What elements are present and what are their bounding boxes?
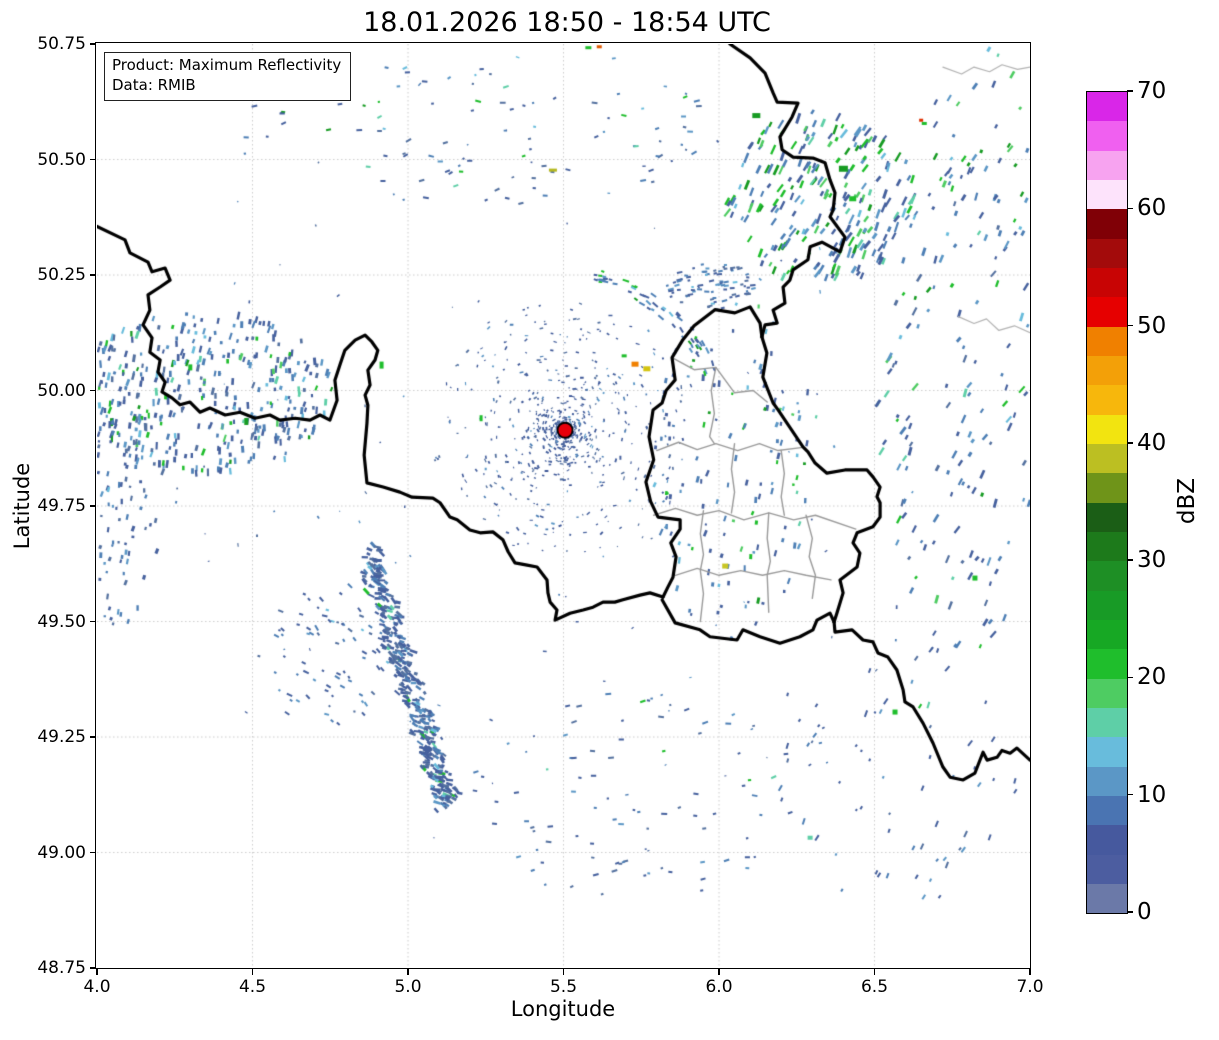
colorbar-tick-label: 30 <box>1137 547 1167 574</box>
colorbar-segment <box>1087 854 1127 884</box>
y-tick-mark <box>90 274 96 276</box>
y-tick-mark <box>90 389 96 392</box>
colorbar-tick-label: 70 <box>1137 78 1167 104</box>
colorbar-segment <box>1087 502 1127 532</box>
colorbar <box>1086 91 1128 914</box>
colorbar-segment <box>1087 619 1127 650</box>
x-tick-mark <box>562 969 565 975</box>
y-tick-mark <box>90 620 96 623</box>
y-tick-label: 50.25 <box>37 265 86 285</box>
y-tick-label: 49.25 <box>37 727 86 747</box>
y-tick-label: 49.00 <box>37 842 86 863</box>
colorbar-segment <box>1087 707 1127 738</box>
colorbar-tick-label: 0 <box>1137 899 1152 925</box>
y-tick-mark <box>90 158 96 161</box>
x-tick-label: 5.5 <box>549 977 578 997</box>
colorbar-tick-label: 10 <box>1137 781 1167 808</box>
colorbar-segment <box>1087 385 1127 415</box>
colorbar-segment <box>1087 179 1127 210</box>
colorbar-segment <box>1087 414 1127 444</box>
colorbar-segment <box>1087 561 1127 591</box>
colorbar-segment <box>1087 737 1127 767</box>
colorbar-segment <box>1087 531 1127 562</box>
x-tick-mark <box>718 969 720 975</box>
y-tick-mark <box>90 851 96 854</box>
colorbar-label: dBZ <box>1174 477 1200 525</box>
y-tick-label: 49.50 <box>37 611 86 632</box>
y-tick-mark <box>90 505 96 507</box>
x-tick-mark <box>873 969 876 975</box>
y-tick-label: 50.50 <box>37 149 86 170</box>
product-annotation-line1: Product: Maximum Reflectivity <box>112 56 342 74</box>
colorbar-segment <box>1087 649 1127 679</box>
product-annotation-line2: Data: RMIB <box>112 75 196 94</box>
colorbar-segment <box>1087 150 1127 180</box>
x-axis-label: Longitude <box>510 997 616 1021</box>
colorbar-tick-mark <box>1127 207 1133 210</box>
colorbar-segment <box>1087 443 1127 474</box>
x-tick-mark <box>251 969 254 975</box>
x-tick-label: 4.5 <box>238 977 267 997</box>
colorbar-segment <box>1087 355 1127 386</box>
colorbar-tick-mark <box>1127 676 1133 679</box>
colorbar-tick-label: 50 <box>1137 312 1167 339</box>
colorbar-segment <box>1087 92 1127 122</box>
colorbar-segment <box>1087 473 1127 503</box>
colorbar-tick-mark <box>1127 911 1133 913</box>
colorbar-segment <box>1087 238 1127 268</box>
figure-title: 18.01.2026 18:50 - 18:54 UTC <box>363 7 771 38</box>
colorbar-segment <box>1087 590 1127 620</box>
colorbar-tick-label: 20 <box>1137 664 1167 691</box>
colorbar-tick-mark <box>1127 90 1133 92</box>
y-tick-mark <box>90 43 96 45</box>
x-tick-label: 7.0 <box>1016 977 1044 997</box>
y-tick-label: 49.75 <box>37 496 86 516</box>
radar-reflectivity-figure: 18.01.2026 18:50 - 18:54 UTC Product: Ma… <box>0 0 1219 1040</box>
colorbar-tick-mark <box>1127 324 1133 327</box>
colorbar-segment <box>1087 121 1127 151</box>
y-tick-label: 48.75 <box>37 958 86 978</box>
radar-map-canvas <box>97 44 1030 968</box>
colorbar-segment <box>1087 267 1127 298</box>
colorbar-tick-label: 60 <box>1137 195 1167 222</box>
x-tick-mark <box>407 969 409 975</box>
colorbar-segment <box>1087 297 1127 327</box>
colorbar-segment <box>1087 795 1127 826</box>
x-tick-mark <box>96 969 98 975</box>
colorbar-segment <box>1087 883 1127 914</box>
x-tick-label: 6.5 <box>860 977 889 997</box>
product-annotation-box: Product: Maximum Reflectivity Data: RMIB <box>104 52 352 101</box>
colorbar-tick-mark <box>1127 793 1133 796</box>
colorbar-segment <box>1087 209 1127 239</box>
x-tick-mark <box>1029 969 1031 975</box>
x-tick-label: 6.0 <box>705 977 733 997</box>
colorbar-segment <box>1087 766 1127 796</box>
x-tick-label: 4.0 <box>83 977 111 997</box>
y-tick-label: 50.00 <box>37 380 86 401</box>
colorbar-segment <box>1087 678 1127 708</box>
y-tick-label: 50.75 <box>37 34 86 54</box>
colorbar-segment <box>1087 825 1127 855</box>
colorbar-segment <box>1087 326 1127 356</box>
colorbar-tick-mark <box>1127 559 1133 561</box>
colorbar-tick-label: 40 <box>1137 429 1167 456</box>
y-tick-mark <box>90 736 96 738</box>
x-tick-label: 5.0 <box>394 977 422 997</box>
colorbar-tick-mark <box>1127 442 1133 444</box>
y-tick-mark <box>90 967 96 969</box>
